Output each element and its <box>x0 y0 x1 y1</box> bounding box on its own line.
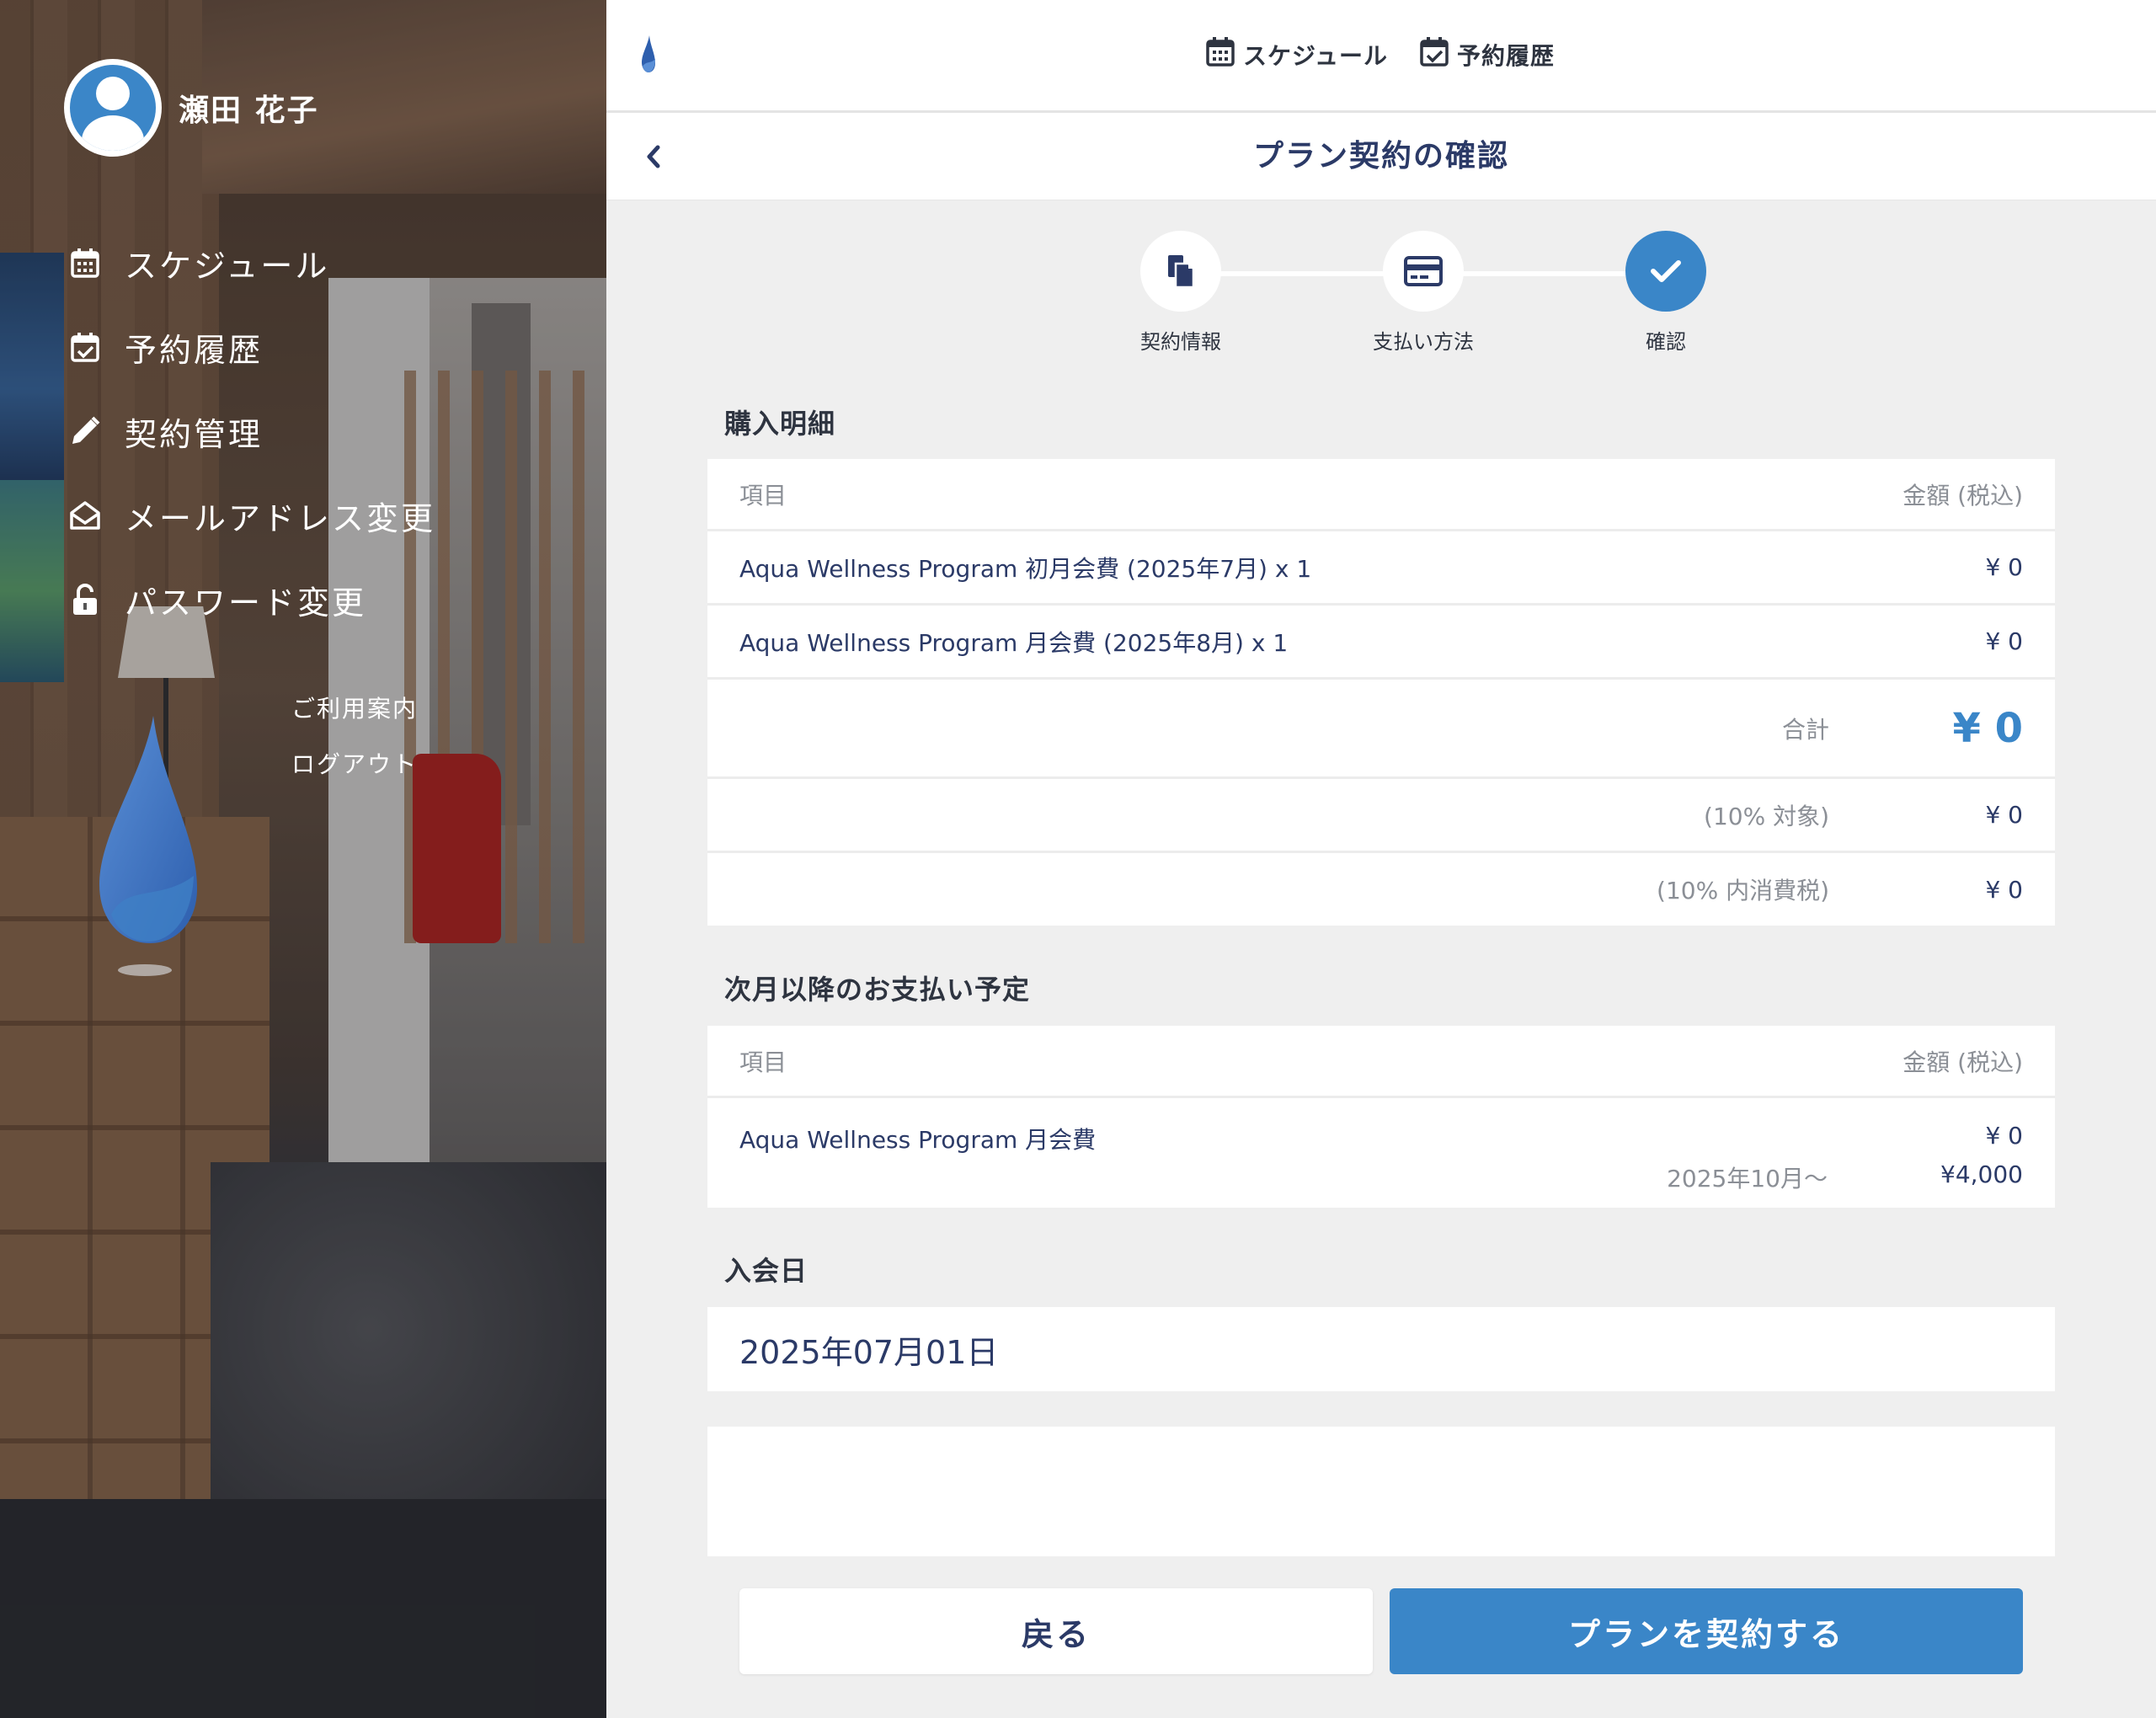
sidebar-item-label: メールアドレス変更 <box>125 499 436 537</box>
sidebar-item-reservation-history[interactable]: 予約履歴 <box>67 305 435 389</box>
purchase-details-title: 購入明細 <box>724 408 836 440</box>
item-amount: ¥ 0 <box>1985 553 2023 581</box>
brand-logo-drop-icon <box>93 716 202 980</box>
total-value: ¥ 0 <box>1952 704 2023 752</box>
sidebar-item-label: 予約履歴 <box>125 331 264 369</box>
page-header: プラン契約の確認 <box>606 113 2156 200</box>
column-header-item: 項目 <box>739 481 787 510</box>
topnav-item-label: 予約履歴 <box>1457 41 1556 70</box>
main-content: スケジュール 予約履歴 プラン契約の確認 契約情報 支払い方法 確認 購入明細 … <box>606 0 2156 1718</box>
top-bar: スケジュール 予約履歴 <box>606 0 2156 113</box>
table-header: 項目 金額 (税込) <box>707 459 2055 531</box>
calendar-check-icon <box>1420 35 1457 73</box>
user-profile[interactable]: 瀬田 花子 <box>64 59 319 157</box>
column-header-item: 項目 <box>739 1048 787 1076</box>
tax-included-row: (10% 内消費税) ¥ 0 <box>707 853 2055 926</box>
column-header-amount: 金額 (税込) <box>1903 481 2023 510</box>
documents-icon <box>1140 231 1221 312</box>
item-name: Aqua Wellness Program 初月会費 (2025年7月) x 1 <box>739 554 1312 583</box>
step-contract-info: 契約情報 <box>1097 231 1265 355</box>
item-amount: ¥ 0 <box>1985 627 2023 655</box>
step-label: 支払い方法 <box>1373 330 1474 354</box>
future-period-label: 2025年10月〜 <box>1667 1165 1828 1192</box>
step-label: 契約情報 <box>1140 330 1221 354</box>
topnav-item-schedule[interactable]: スケジュール <box>1206 35 1388 73</box>
progress-stepper: 契約情報 支払い方法 確認 <box>1097 231 1706 365</box>
submit-contract-button[interactable]: プランを契約する <box>1390 1588 2023 1674</box>
tax-target-row: (10% 対象) ¥ 0 <box>707 779 2055 853</box>
tax-target-value: ¥ 0 <box>1985 801 2023 829</box>
upcoming-payments-table: 項目 金額 (税込) Aqua Wellness Program 月会費 ¥ 0… <box>707 1026 2055 1208</box>
sidebar-item-label: パスワード変更 <box>125 584 367 622</box>
total-label: 合計 <box>1781 715 1829 744</box>
table-row: Aqua Wellness Program 月会費 ¥ 0 2025年10月〜 … <box>707 1098 2055 1208</box>
upcoming-payments-title: 次月以降のお支払い予定 <box>724 974 1031 1006</box>
unlock-icon <box>67 582 103 617</box>
calendar-check-icon <box>67 329 103 365</box>
sidebar-item-label: スケジュール <box>125 247 330 285</box>
sidebar-item-change-email[interactable]: メールアドレス変更 <box>67 473 435 558</box>
step-label: 確認 <box>1646 330 1686 354</box>
check-icon <box>1625 231 1706 312</box>
pencil-icon <box>67 413 103 449</box>
future-period-amount: ¥4,000 <box>1940 1160 2023 1188</box>
user-name: 瀬田 花子 <box>179 93 319 128</box>
tax-included-value: ¥ 0 <box>1985 875 2023 904</box>
logout-link[interactable]: ログアウト <box>291 746 418 802</box>
topnav-item-reservation-history[interactable]: 予約履歴 <box>1420 35 1555 73</box>
sidebar-item-schedule[interactable]: スケジュール <box>67 221 435 305</box>
sidebar-sublinks: ご利用案内 ログアウト <box>291 691 418 802</box>
join-date-value: 2025年07月01日 <box>707 1307 2055 1391</box>
calendar-icon <box>67 245 103 280</box>
calendar-icon <box>1206 35 1243 73</box>
user-icon <box>70 65 156 151</box>
item-name: Aqua Wellness Program 月会費 (2025年8月) x 1 <box>739 628 1289 657</box>
sidebar-item-change-password[interactable]: パスワード変更 <box>67 558 435 642</box>
sidebar: 瀬田 花子 スケジュール 予約履歴 契約管理 メールアドレス変更 パスワード変更… <box>0 0 606 1718</box>
avatar <box>64 59 162 157</box>
table-row: Aqua Wellness Program 初月会費 (2025年7月) x 1… <box>707 531 2055 606</box>
topnav-item-label: スケジュール <box>1243 41 1389 70</box>
usage-guide-link[interactable]: ご利用案内 <box>291 691 418 746</box>
table-header: 項目 金額 (税込) <box>707 1026 2055 1098</box>
sidebar-menu: スケジュール 予約履歴 契約管理 メールアドレス変更 パスワード変更 <box>67 221 435 642</box>
blank-panel <box>707 1427 2055 1556</box>
step-payment-method: 支払い方法 <box>1339 231 1508 355</box>
table-row: Aqua Wellness Program 月会費 (2025年8月) x 1 … <box>707 606 2055 680</box>
back-button[interactable]: 戻る <box>739 1588 1373 1674</box>
tax-included-label: (10% 内消費税) <box>1657 877 1829 904</box>
sidebar-item-contract-management[interactable]: 契約管理 <box>67 389 435 473</box>
sidebar-item-label: 契約管理 <box>125 415 264 453</box>
envelope-open-icon <box>67 498 103 533</box>
tax-target-label: (10% 対象) <box>1704 802 1829 830</box>
purchase-details-table: 項目 金額 (税込) Aqua Wellness Program 初月会費 (2… <box>707 459 2055 926</box>
top-nav: スケジュール 予約履歴 <box>1206 35 1587 73</box>
column-header-amount: 金額 (税込) <box>1903 1048 2023 1076</box>
credit-card-icon <box>1383 231 1464 312</box>
total-row: 合計 ¥ 0 <box>707 680 2055 779</box>
item-amount: ¥ 0 <box>1985 1122 2023 1150</box>
brand-logo-icon[interactable] <box>640 35 657 79</box>
join-date-title: 入会日 <box>724 1255 808 1287</box>
page-title: プラン契約の確認 <box>1252 139 1509 173</box>
item-name: Aqua Wellness Program 月会費 <box>739 1126 1097 1154</box>
step-confirm: 確認 <box>1582 231 1750 355</box>
